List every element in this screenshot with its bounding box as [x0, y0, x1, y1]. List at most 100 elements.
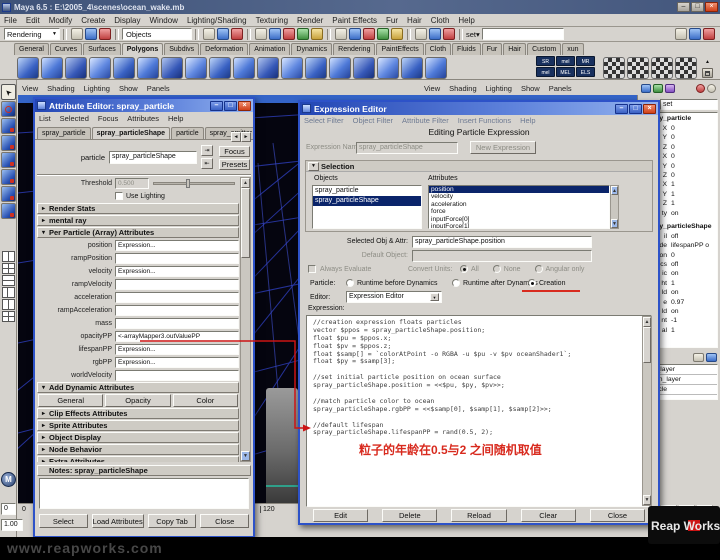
shelf-tab-dynamics[interactable]: Dynamics	[291, 43, 332, 55]
panel-menu-shading[interactable]: Shading	[47, 84, 75, 93]
show-input-connections-icon[interactable]: ⇥	[201, 145, 213, 156]
nurbs-circle-icon[interactable]	[377, 57, 399, 79]
focus-button[interactable]: Focus	[219, 146, 250, 157]
shelf-tab-surfaces[interactable]: Surfaces	[83, 43, 121, 55]
minimize-button[interactable]: –	[677, 2, 690, 12]
section-per-particle-array-attributes[interactable]: ▾Per Particle (Array) Attributes	[37, 227, 239, 238]
add-opacity-button[interactable]: Opacity	[105, 394, 170, 407]
input-connections-icon[interactable]	[363, 28, 375, 40]
section-mental-ray[interactable]: ▸mental ray	[37, 215, 239, 226]
channel-value[interactable]: lifespanPP o	[671, 241, 709, 250]
radio-runtime-after-dynamics[interactable]	[452, 279, 460, 287]
particle-mode-runtime-after-dynamics[interactable]: Runtime after Dynamics	[452, 279, 538, 287]
scroll-down-icon[interactable]: ▼	[611, 219, 618, 228]
main-titlebar[interactable]: Maya 6.5 : E:\2005_4\scenes\ocean_wake.m…	[0, 0, 720, 14]
shelf-tab-cloth[interactable]: Cloth	[425, 43, 451, 55]
channel-value[interactable]: 1	[671, 279, 675, 288]
use-lighting-checkbox[interactable]	[115, 192, 123, 200]
nurbs-cylinder-icon[interactable]	[305, 57, 327, 79]
shelf-tab-hair[interactable]: Hair	[503, 43, 526, 55]
channel-value[interactable]: 0	[671, 171, 675, 180]
select-tool-icon[interactable]: ➤	[1, 84, 16, 100]
ae-menu-help[interactable]: Help	[168, 114, 183, 123]
checker-shader-icon[interactable]	[603, 57, 625, 79]
attribute-item-inputforce-1[interactable]: inputForce[1]	[429, 223, 609, 229]
open-scene-icon[interactable]	[85, 28, 97, 40]
section-add-dynamic-attributes[interactable]: ▾Add Dynamic Attributes	[37, 382, 239, 393]
menu-window[interactable]: Window	[150, 16, 178, 25]
shelf-tab-polygons[interactable]: Polygons	[122, 43, 164, 55]
menu-set-selector[interactable]: Rendering ▼	[4, 28, 60, 40]
ae-tab-spray-particle[interactable]: spray_particle	[37, 127, 91, 139]
trash-icon[interactable]	[702, 68, 713, 78]
shelf-scroll-up-icon[interactable]: ▲	[702, 57, 713, 67]
single-pane-layout[interactable]	[2, 251, 15, 262]
shelf-tab-curves[interactable]: Curves	[50, 43, 82, 55]
expression-editor-titlebar[interactable]: Expression Editor – □ ×	[300, 102, 658, 115]
ae-field-rampacceleration[interactable]	[115, 305, 239, 316]
panel-menu-view[interactable]: View	[424, 84, 440, 93]
show-channel-layer-icon[interactable]	[703, 28, 715, 40]
ae-field-lifespanpp[interactable]: Expression...	[115, 344, 239, 355]
output-connections-icon[interactable]	[377, 28, 389, 40]
ae-field-rampposition[interactable]	[115, 253, 239, 264]
ae-menu-focus[interactable]: Focus	[98, 114, 118, 123]
ae-tab-spray-particleshape[interactable]: spray_particleShape	[92, 127, 170, 139]
ae-field-worldvelocity[interactable]	[115, 370, 239, 381]
playback-speed-field[interactable]: 1.00	[1, 519, 23, 531]
channel-value[interactable]: 0	[671, 152, 675, 161]
channel-value[interactable]: 1	[671, 180, 675, 189]
menu-cloth[interactable]: Cloth	[431, 16, 450, 25]
render-settings-icon[interactable]	[443, 28, 455, 40]
move-tool-icon[interactable]	[1, 135, 16, 151]
show-manipulator-icon[interactable]	[1, 203, 16, 219]
select-button[interactable]: Select	[39, 514, 88, 528]
snap-view-plane-icon[interactable]	[297, 28, 309, 40]
poly-pyramid-icon[interactable]	[185, 57, 207, 79]
curve-tool-icon[interactable]	[401, 57, 423, 79]
attributes-list[interactable]: positionvelocityaccelerationforceinputFo…	[428, 185, 610, 229]
poly-cone-icon[interactable]	[89, 57, 111, 79]
reload-button[interactable]: Reload	[451, 509, 506, 522]
particle-mode-runtime-before-dynamics[interactable]: Runtime before Dynamics	[346, 279, 438, 287]
close-button[interactable]: Close	[200, 514, 249, 528]
poly-torus-icon[interactable]	[137, 57, 159, 79]
section-render-stats[interactable]: ▸Render Stats	[37, 203, 239, 214]
panel-menu-lighting[interactable]: Lighting	[486, 84, 512, 93]
poly-prism-icon[interactable]	[161, 57, 183, 79]
attributes-list-scrollbar[interactable]: ▲ ▼	[610, 185, 619, 229]
ae-field-rampvelocity[interactable]	[115, 279, 239, 290]
show-layer-editor-icon[interactable]	[689, 28, 701, 40]
ae-field-opacitypp[interactable]: <-arrayMapper3.outValuePP	[115, 331, 239, 342]
paint-select-tool-icon[interactable]	[1, 118, 16, 134]
ee-menu-attribute-filter[interactable]: Attribute Filter	[402, 116, 449, 125]
mel-script-icon[interactable]: mel	[536, 67, 555, 77]
expression-scrollbar[interactable]: ▲ ▼	[642, 316, 652, 506]
selected-obj-attr-field[interactable]: spray_particleShape.position	[412, 236, 592, 248]
shelf-tab-fluids[interactable]: Fluids	[452, 43, 481, 55]
new-layer-icon[interactable]	[706, 353, 717, 362]
menu-render[interactable]: Render	[297, 16, 323, 25]
checker-shader-icon[interactable]	[675, 57, 697, 79]
divider[interactable]	[115, 29, 119, 40]
shelf-tab-animation[interactable]: Animation	[249, 43, 290, 55]
scroll-down-icon[interactable]: ▼	[643, 495, 651, 505]
nurbs-cone-icon[interactable]	[329, 57, 351, 79]
ae-field-acceleration[interactable]	[115, 292, 239, 303]
add-color-button[interactable]: Color	[173, 394, 238, 407]
radio-runtime-before-dynamics[interactable]	[346, 279, 354, 287]
menu-lighting-shading[interactable]: Lighting/Shading	[187, 16, 247, 25]
divider[interactable]	[407, 29, 411, 40]
panel-menu-view[interactable]: View	[22, 84, 38, 93]
text-tool-icon[interactable]	[425, 57, 447, 79]
minimize-button[interactable]: –	[210, 101, 223, 111]
poly-plane-icon[interactable]	[113, 57, 135, 79]
new-scene-icon[interactable]	[71, 28, 83, 40]
save-scene-icon[interactable]	[99, 28, 111, 40]
section-clip-effects-attributes[interactable]: ▸Clip Effects Attributes	[37, 408, 239, 419]
menu-texturing[interactable]: Texturing	[256, 16, 288, 25]
lock-icon[interactable]	[335, 28, 347, 40]
maximize-button[interactable]: □	[691, 2, 704, 12]
minimize-button[interactable]: –	[615, 104, 628, 114]
show-channel-box-icon[interactable]	[675, 28, 687, 40]
